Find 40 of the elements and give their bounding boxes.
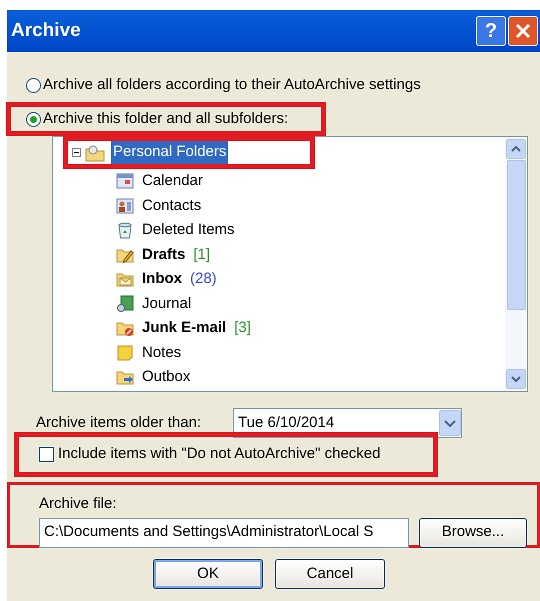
scrollbar[interactable] [505,137,527,391]
tree-item[interactable]: Calendar [142,170,203,192]
contact-card-icon [116,196,134,215]
dialog-button[interactable]: Cancel [275,559,385,589]
trash-icon [116,221,134,240]
tree-item[interactable]: Notes [142,342,182,364]
item-count: [3] [234,318,251,338]
calendar-icon [116,172,134,190]
close-icon [515,23,531,39]
window-title: Archive [11,18,81,43]
dialog-button[interactable]: OK [153,559,263,589]
option-label: Archive this folder and all subfolders: [43,108,288,129]
item-count: (28) [190,269,217,289]
collapse-icon[interactable] [72,148,81,157]
tree-item[interactable]: Outbox [142,366,190,388]
radio-button[interactable] [26,78,41,92]
note-icon [116,344,134,362]
checkbox-label: Include items with "Do not AutoArchive" checked [58,444,380,464]
scroll-up-icon[interactable] [506,139,526,159]
option-label: Archive all folders according to their AutoArchive settings [43,74,421,95]
journal-icon [116,294,134,313]
radio-button[interactable] [26,112,41,126]
tree-item[interactable]: Inbox [142,268,182,290]
scroll-down-icon[interactable] [506,369,526,389]
scroll-thumb[interactable] [506,160,526,310]
tree-item[interactable]: Journal [142,292,192,315]
browse-button[interactable]: Browse... [419,518,527,548]
tree-item[interactable]: Contacts [142,194,202,217]
checkbox[interactable] [39,447,54,462]
file-path-field[interactable]: C:\Documents and Settings\Administrator\Local S [39,518,409,548]
older-than-label: Archive items older than: [36,412,202,433]
close-button[interactable] [508,16,538,46]
folders-icon [85,144,107,162]
tree-item[interactable]: Personal Folders [111,141,228,164]
tree-item[interactable]: Junk E-mail [142,317,226,340]
tree-item[interactable]: Drafts [142,244,186,266]
item-count: [1] [193,244,210,264]
tree-item[interactable]: Deleted Items [142,219,235,242]
help-button[interactable]: ? [476,16,506,46]
archive-file-label: Archive file: [39,494,118,514]
